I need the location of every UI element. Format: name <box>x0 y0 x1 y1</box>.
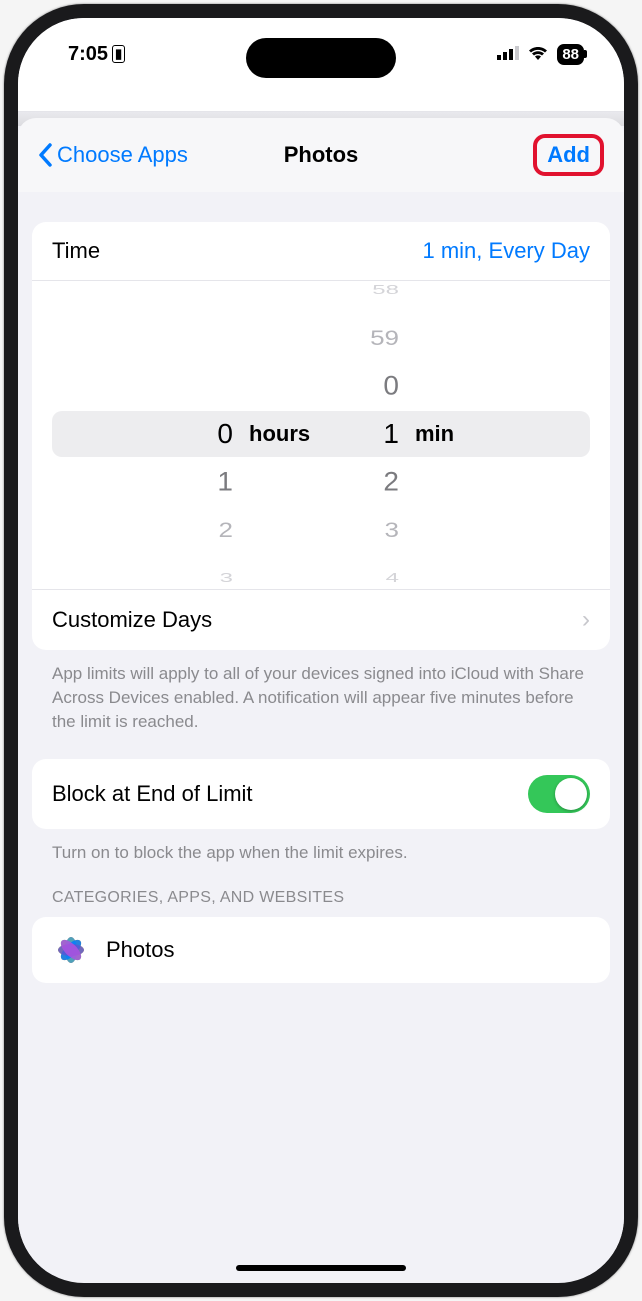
toggle-knob <box>555 778 587 810</box>
chevron-left-icon <box>38 143 53 167</box>
add-button[interactable]: Add <box>533 134 604 176</box>
wifi-icon <box>527 43 549 66</box>
minutes-selected: 1 <box>321 410 405 458</box>
hours-unit-label: hours <box>249 410 321 458</box>
home-indicator[interactable] <box>236 1265 406 1271</box>
phone-screen: 7:05 ▮ 88 Choose Apps Photos Add Time <box>18 18 624 1283</box>
orientation-lock-icon: ▮ <box>112 45 125 63</box>
phone-frame: 7:05 ▮ 88 Choose Apps Photos Add Time <box>4 4 638 1297</box>
dynamic-island <box>246 38 396 78</box>
customize-days-row[interactable]: Customize Days › <box>32 589 610 650</box>
battery-indicator: 88 <box>557 44 584 65</box>
block-row: Block at End of Limit <box>32 759 610 829</box>
customize-days-label: Customize Days <box>52 607 212 633</box>
block-toggle[interactable] <box>528 775 590 813</box>
block-card: Block at End of Limit <box>32 759 610 829</box>
app-row-photos[interactable]: Photos <box>32 917 610 983</box>
navigation-bar: Choose Apps Photos Add <box>18 118 624 192</box>
app-name-label: Photos <box>106 937 175 963</box>
parent-sheet-peek <box>18 76 624 112</box>
min-unit-column: min <box>405 289 487 579</box>
chevron-right-icon: › <box>582 606 590 634</box>
time-label: Time <box>52 238 100 264</box>
hours-unit-column: hours <box>239 289 321 579</box>
cellular-icon <box>497 43 519 66</box>
block-label: Block at End of Limit <box>52 781 253 807</box>
limits-footer-text: App limits will apply to all of your dev… <box>32 650 610 759</box>
back-label: Choose Apps <box>57 142 188 168</box>
minutes-column[interactable]: 58 59 0 1 2 3 4 <box>321 289 405 579</box>
block-footer-text: Turn on to block the app when the limit … <box>32 829 610 871</box>
time-value: 1 min, Every Day <box>423 238 591 264</box>
photos-app-icon <box>52 931 90 969</box>
hours-column[interactable]: - - - 0 1 2 3 <box>155 289 239 579</box>
hours-selected: 0 <box>155 410 239 458</box>
status-time: 7:05 <box>68 43 108 66</box>
categories-section-header: CATEGORIES, APPS, AND WEBSITES <box>32 871 610 917</box>
time-card: Time 1 min, Every Day - - - 0 1 <box>32 222 610 650</box>
apps-card: Photos <box>32 917 610 983</box>
time-picker[interactable]: - - - 0 1 2 3 hours <box>32 280 610 589</box>
back-button[interactable]: Choose Apps <box>38 142 188 168</box>
time-row[interactable]: Time 1 min, Every Day <box>32 222 610 280</box>
min-unit-label: min <box>415 410 487 458</box>
content-area: Time 1 min, Every Day - - - 0 1 <box>18 192 624 1275</box>
nav-title: Photos <box>284 142 359 168</box>
